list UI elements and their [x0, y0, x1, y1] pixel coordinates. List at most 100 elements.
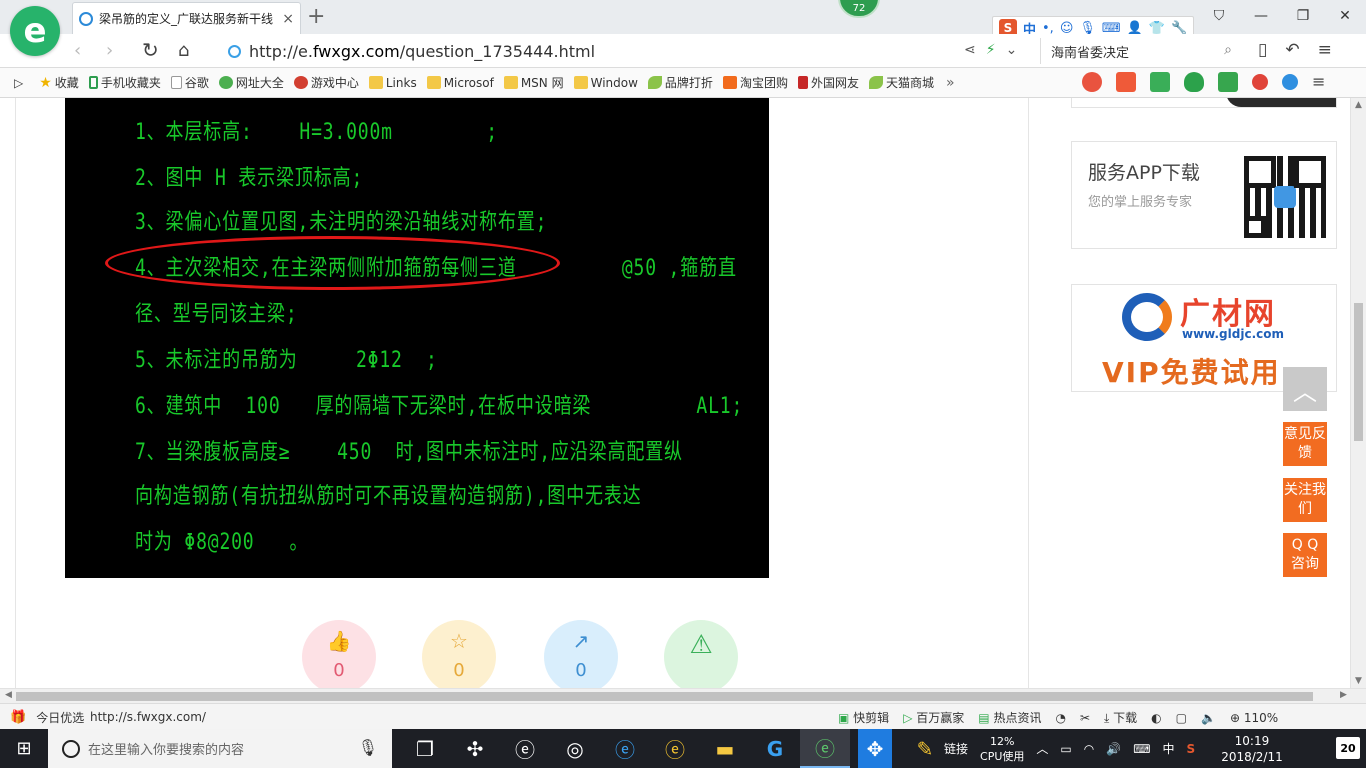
edge-icon[interactable]: ⓔ: [600, 729, 650, 768]
tab-close-icon[interactable]: ×: [282, 11, 294, 27]
feedback-button[interactable]: 意见反馈: [1283, 422, 1327, 466]
qq-consult-button[interactable]: Q Q 咨询: [1283, 533, 1327, 577]
expert-avatar-card[interactable]: [1071, 98, 1337, 108]
download-button[interactable]: ⤓ 下载: [1104, 709, 1137, 726]
links-toolbar[interactable]: 链接: [944, 740, 968, 757]
tools-icon[interactable]: ✂: [1080, 711, 1090, 725]
scroll-right-icon[interactable]: ▶: [1340, 690, 1347, 700]
notepad-app-icon[interactable]: ✎: [900, 729, 950, 768]
chevron-down-icon[interactable]: ⌄: [1006, 42, 1018, 58]
horizontal-scroll-thumb[interactable]: [16, 692, 1313, 701]
keyboard-tray-icon[interactable]: ⌨: [1133, 742, 1150, 756]
zoom-level[interactable]: ⊕ 110%: [1230, 711, 1278, 725]
book-icon[interactable]: [1150, 72, 1170, 92]
move-tool-icon[interactable]: ✥: [858, 729, 892, 768]
browser-logo-icon[interactable]: e: [10, 6, 60, 56]
bookmark-mobile[interactable]: 手机收藏夹: [88, 74, 161, 91]
translate-icon[interactable]: [1218, 72, 1238, 92]
scissors-icon[interactable]: [1252, 74, 1268, 90]
bookmark-msn[interactable]: MSN 网: [503, 74, 564, 91]
bookmark-foreign[interactable]: 外国网友: [797, 74, 859, 91]
trophy-icon[interactable]: [1082, 72, 1102, 92]
report-button[interactable]: ⚠: [664, 620, 738, 688]
quick-clip-button[interactable]: ▣ 快剪辑: [838, 709, 889, 726]
taskbar-search-input[interactable]: 在这里输入你要搜索的内容 🎙: [48, 729, 392, 768]
mobile-icon[interactable]: ▯: [1258, 40, 1267, 60]
scroll-up-icon[interactable]: ▲: [1355, 100, 1362, 110]
swirl-app-icon[interactable]: ◎: [550, 729, 600, 768]
glodon-app-icon[interactable]: G: [750, 729, 800, 768]
scroll-down-icon[interactable]: ▼: [1355, 676, 1362, 686]
favorite-count: 0: [453, 660, 465, 681]
menu-icon[interactable]: ≡: [1318, 40, 1332, 60]
overflow-menu-icon[interactable]: ≡: [1312, 72, 1332, 92]
search-icon[interactable]: ⌕: [1224, 42, 1232, 58]
restore-button[interactable]: ❐: [1282, 0, 1324, 32]
magnifier-icon[interactable]: [1282, 74, 1298, 90]
bookmark-links[interactable]: Links: [368, 76, 417, 90]
reload-button[interactable]: ↻: [142, 38, 159, 62]
browser-e-icon[interactable]: ⓔ: [500, 729, 550, 768]
ie-icon[interactable]: ⓔ: [650, 729, 700, 768]
notification-center-badge[interactable]: 20: [1336, 737, 1360, 759]
url-input[interactable]: http://e.fwxgx.com/question_1735444.html: [222, 38, 1032, 64]
bookmark-windows[interactable]: Window: [573, 76, 638, 90]
bookmark-tmall[interactable]: 天猫商城: [868, 74, 934, 91]
task-view-icon[interactable]: ❐: [400, 729, 450, 768]
home-button[interactable]: ⌂: [178, 40, 189, 61]
back-to-top-button[interactable]: ︿: [1283, 367, 1327, 411]
undo-icon[interactable]: ↶: [1285, 40, 1299, 60]
shield-skin-icon[interactable]: ⛉: [1198, 0, 1240, 32]
bookmark-google[interactable]: 谷歌: [170, 74, 209, 91]
bookmark-microsoft[interactable]: Microsof: [426, 76, 494, 90]
app-download-card[interactable]: 服务APP下载 您的掌上服务专家: [1071, 141, 1337, 249]
start-button[interactable]: ⊞: [0, 729, 48, 768]
discount-icon[interactable]: [1116, 72, 1136, 92]
search-input[interactable]: 海南省委决定 ⌕: [1040, 38, 1240, 64]
vertical-scrollbar[interactable]: ▲ ▼: [1350, 98, 1366, 688]
bookmark-taobao[interactable]: 淘宝团购: [722, 74, 788, 91]
battery-icon[interactable]: ▭: [1060, 742, 1071, 756]
microphone-icon[interactable]: 🎙: [358, 738, 378, 757]
speed-mode-icon[interactable]: ⚡: [986, 42, 996, 58]
ie-mode-icon[interactable]: ◐: [1151, 711, 1161, 725]
millionaire-button[interactable]: ▷ 百万赢家: [903, 709, 964, 726]
follow-us-button[interactable]: 关注我们: [1283, 478, 1327, 522]
notification-badge[interactable]: 72: [838, 0, 880, 18]
bookmark-games[interactable]: 游戏中心: [293, 74, 359, 91]
back-button[interactable]: ‹: [74, 40, 81, 61]
system-clock[interactable]: 10:19 2018/2/11: [1221, 733, 1283, 765]
favorite-button[interactable]: ☆ 0: [422, 620, 496, 688]
tray-expand-icon[interactable]: ︿: [1036, 740, 1048, 757]
tab-active[interactable]: 梁吊筋的定义_广联达服务新干线 ×: [72, 2, 301, 34]
wifi-icon[interactable]: ◠: [1084, 742, 1094, 756]
bookmark-favorites[interactable]: ★ 收藏: [39, 74, 79, 91]
sidebar-toggle-icon[interactable]: ▷: [14, 76, 23, 90]
daily-pick[interactable]: 🎁 今日优选: [10, 709, 84, 726]
file-explorer-icon[interactable]: ▬: [700, 729, 750, 768]
mute-icon[interactable]: 🔈: [1201, 711, 1216, 725]
minimize-button[interactable]: —: [1240, 0, 1282, 32]
like-button[interactable]: 👍 0: [302, 620, 376, 688]
active-browser-icon[interactable]: ⓔ: [800, 729, 850, 768]
bookmarks-more-icon[interactable]: »: [946, 75, 955, 91]
new-tab-button[interactable]: +: [307, 4, 325, 29]
hot-news-button[interactable]: ▤ 热点资讯: [978, 709, 1041, 726]
bookmark-directory[interactable]: 网址大全: [218, 74, 284, 91]
search-suggestion: 海南省委决定: [1051, 45, 1130, 61]
ime-indicator[interactable]: 中: [1163, 740, 1175, 757]
horizontal-scrollbar[interactable]: ◀ ▶: [0, 688, 1366, 703]
sogou-tray-icon[interactable]: S: [1187, 742, 1196, 756]
security-shield-icon[interactable]: [1184, 72, 1204, 92]
bookmark-brand-sale[interactable]: 品牌打折: [647, 74, 713, 91]
volume-icon[interactable]: 🔊: [1106, 742, 1121, 756]
scroll-left-icon[interactable]: ◀: [5, 690, 12, 700]
pinwheel-app-icon[interactable]: ✣: [450, 729, 500, 768]
speed-icon[interactable]: ◔: [1055, 711, 1065, 725]
window-mode-icon[interactable]: ▢: [1176, 711, 1187, 725]
share-icon[interactable]: ⋖: [964, 42, 976, 58]
vertical-scroll-thumb[interactable]: [1354, 303, 1363, 441]
close-button[interactable]: ✕: [1324, 0, 1366, 32]
forward-button[interactable]: ›: [106, 40, 113, 61]
share-button[interactable]: ↗ 0: [544, 620, 618, 688]
